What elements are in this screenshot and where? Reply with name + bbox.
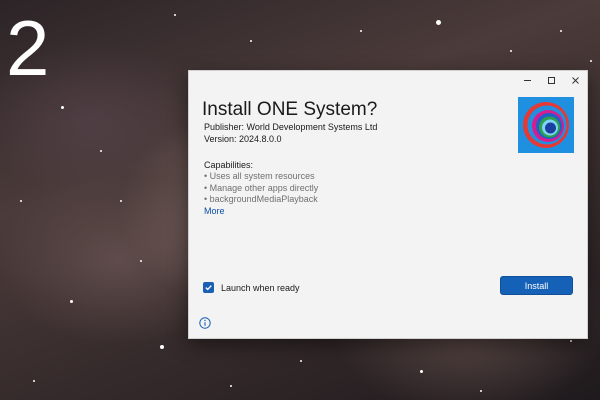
publisher-text: Publisher: World Development Systems Ltd — [204, 122, 378, 132]
maximize-icon — [547, 76, 555, 84]
launch-checkbox[interactable] — [203, 282, 214, 293]
info-icon — [199, 317, 211, 329]
capabilities-heading: Capabilities: — [204, 160, 254, 170]
minimize-button[interactable] — [515, 71, 539, 89]
capabilities-list: • Uses all system resources • Manage oth… — [204, 171, 318, 206]
maximize-button[interactable] — [539, 71, 563, 89]
app-logo — [518, 97, 574, 153]
capability-item: • Uses all system resources — [204, 171, 315, 181]
app-logo-icon — [518, 97, 574, 153]
capability-item: • backgroundMediaPlayback — [204, 194, 318, 204]
close-button[interactable] — [563, 71, 587, 89]
window-titlebar — [515, 71, 587, 91]
info-button[interactable] — [199, 316, 211, 329]
more-link[interactable]: More — [204, 206, 225, 216]
close-icon — [571, 76, 579, 84]
install-button[interactable]: Install — [500, 276, 573, 295]
version-text: Version: 2024.8.0.0 — [204, 134, 282, 144]
dialog-title: Install ONE System? — [202, 99, 378, 120]
launch-when-ready-option[interactable]: Launch when ready — [203, 282, 300, 293]
launch-label: Launch when ready — [221, 282, 300, 293]
minimize-icon — [523, 79, 531, 81]
step-number: 2 — [6, 4, 50, 92]
checkmark-icon — [205, 285, 212, 291]
capability-item: • Manage other apps directly — [204, 182, 319, 193]
install-dialog: Install ONE System? Publisher: World Dev… — [188, 70, 588, 339]
